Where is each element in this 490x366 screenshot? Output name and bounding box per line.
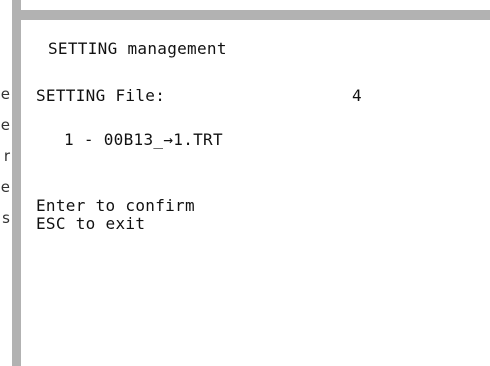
exit-hint: ESC to exit xyxy=(36,214,146,233)
confirm-hint: Enter to confirm xyxy=(36,196,195,215)
display-frame-top-border xyxy=(12,10,490,20)
cropped-margin-glyph: s xyxy=(2,209,10,227)
setting-file-entry[interactable]: 1 - 00B13_→1.TRT xyxy=(64,131,223,149)
cropped-margin-glyph: e xyxy=(0,116,10,134)
cropped-margin-glyph: e xyxy=(0,85,10,103)
setting-file-label: SETTING File: xyxy=(36,86,166,105)
cropped-margin-glyph: r xyxy=(3,147,10,165)
setting-file-number: 4 xyxy=(352,86,362,105)
cropped-margin-glyph: e xyxy=(0,178,10,196)
screen-title: SETTING management xyxy=(48,39,227,58)
display-frame-left-border xyxy=(12,0,21,366)
